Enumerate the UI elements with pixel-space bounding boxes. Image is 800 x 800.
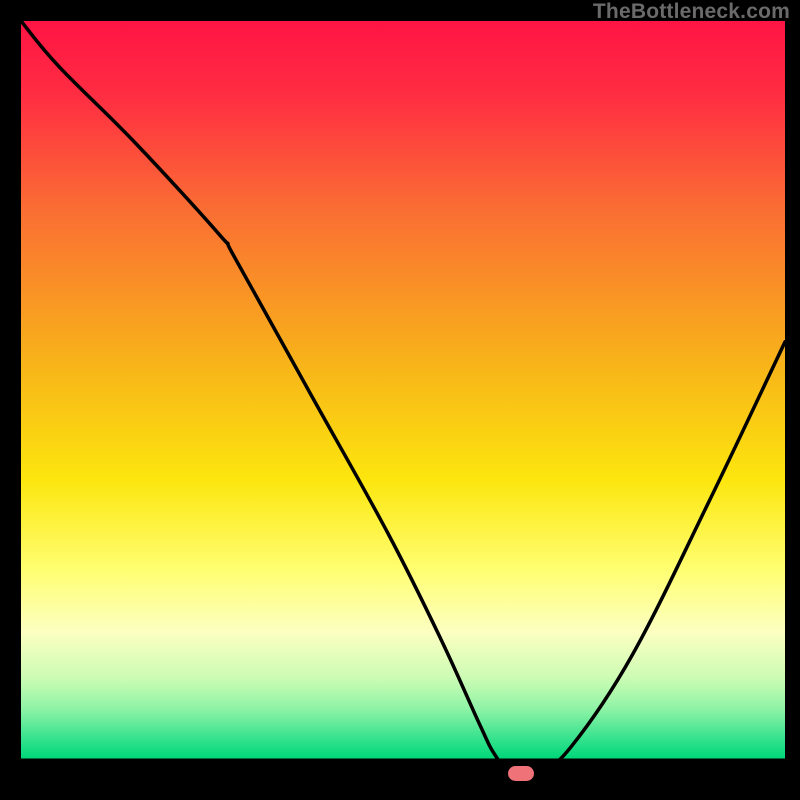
bottleneck-curve [21,21,785,785]
plot-area [21,21,785,785]
attribution-label: TheBottleneck.com [593,0,790,24]
chart-viewport: TheBottleneck.com [0,0,800,800]
optimal-marker [508,766,534,781]
